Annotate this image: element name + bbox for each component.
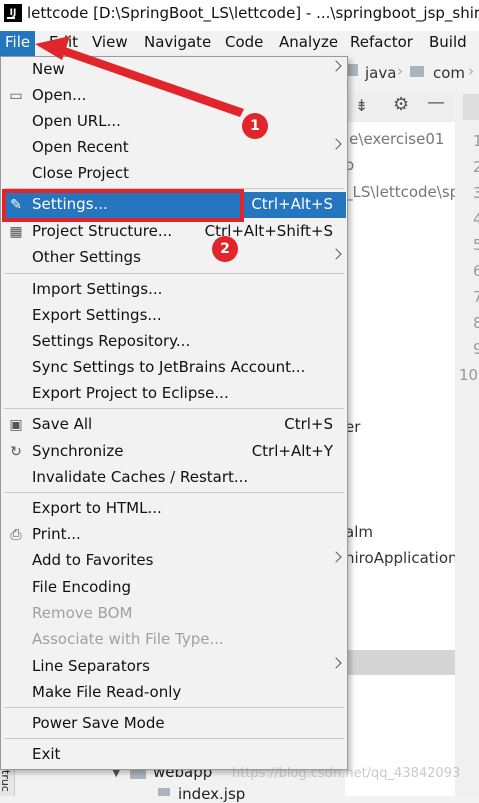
step-badge-1: 1 — [242, 113, 268, 139]
step-badge-2: 2 — [212, 236, 238, 262]
annotation-arrow — [35, 36, 244, 117]
watermark-text: https://blog.csdn.net/qq_43842093 — [232, 766, 461, 781]
